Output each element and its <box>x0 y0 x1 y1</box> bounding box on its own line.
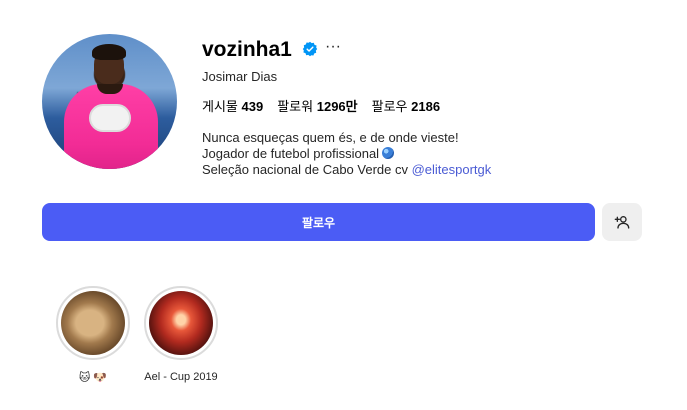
bio-line-2: Jogador de futebol profissional <box>202 146 491 162</box>
verified-badge-icon <box>302 41 318 57</box>
suggest-similar-button[interactable] <box>602 203 642 241</box>
bio-line-2-text: Jogador de futebol profissional <box>202 146 380 161</box>
profile-username: vozinha1 <box>202 38 292 61</box>
profile-full-name: Josimar Dias <box>202 69 278 84</box>
highlight-cover <box>149 291 213 355</box>
highlight-ring <box>56 286 130 360</box>
avatar-hair <box>92 44 126 60</box>
highlight-label: Ael - Cup 2019 <box>144 371 218 383</box>
bio-line-3: Seleção nacional de Cabo Verde cv @elite… <box>202 162 491 178</box>
add-person-icon <box>614 216 630 229</box>
bio-line-3-text: Seleção nacional de Cabo Verde cv <box>202 162 412 177</box>
bio-mention-link[interactable]: @elitesportgk <box>412 162 492 177</box>
more-options-icon[interactable]: ··· <box>325 38 341 56</box>
stat-following[interactable]: 팔로우 2186 <box>372 96 440 115</box>
bio-line-1: Nunca esqueças quem és, e de onde vieste… <box>202 130 459 145</box>
stat-posts-label: 게시물 <box>202 99 238 114</box>
stat-followers[interactable]: 팔로워 1296만 <box>277 96 357 115</box>
follow-button[interactable]: 팔로우 <box>42 203 595 241</box>
profile-bio: Nunca esqueças quem és, e de onde vieste… <box>202 130 491 178</box>
stat-posts-value: 439 <box>241 99 264 114</box>
profile-avatar[interactable] <box>42 34 177 169</box>
highlight-cover <box>61 291 125 355</box>
story-highlight[interactable]: 🐱 🐶 <box>56 286 130 384</box>
avatar-glove <box>89 104 131 132</box>
globe-icon <box>382 147 395 159</box>
stat-following-value: 2186 <box>411 99 441 114</box>
highlight-ring <box>144 286 218 360</box>
stat-posts: 게시물 439 <box>202 96 263 115</box>
profile-stats: 게시물 439 팔로워 1296만 팔로우 2186 <box>202 96 454 115</box>
stat-followers-label: 팔로워 <box>277 99 314 114</box>
stat-followers-value: 1296만 <box>316 99 358 114</box>
stat-following-label: 팔로우 <box>371 99 408 114</box>
highlight-label: 🐱 🐶 <box>78 372 108 384</box>
story-highlight[interactable]: Ael - Cup 2019 <box>144 286 218 383</box>
